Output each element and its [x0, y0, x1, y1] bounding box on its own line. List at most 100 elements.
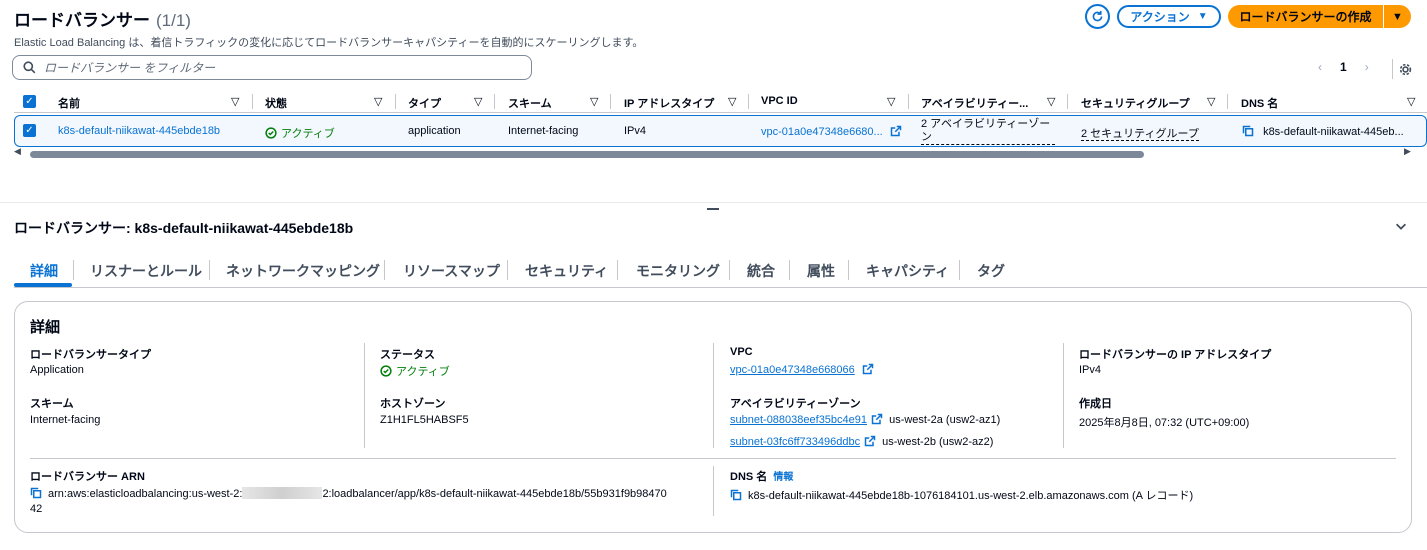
tab-monitoring[interactable]: モニタリング	[636, 261, 720, 281]
scheme-cell: Internet-facing	[508, 125, 579, 137]
active-tab-indicator	[14, 283, 72, 287]
refresh-icon	[1092, 10, 1103, 22]
column-label: セキュリティグループ	[1081, 98, 1190, 110]
column-header-name[interactable]: 名前	[58, 95, 80, 111]
sort-icon[interactable]: ▽	[590, 95, 598, 108]
row-checkbox[interactable]: ✓	[23, 124, 36, 137]
copy-icon[interactable]	[1242, 125, 1254, 137]
tab-divider	[617, 260, 618, 280]
hosted-zone-value: Z1H1FL5HABSF5	[380, 414, 469, 426]
subnet-2-link[interactable]: subnet-03fc6ff733496ddbc	[730, 436, 860, 448]
tab-listeners-and-rules[interactable]: リスナーとルール	[90, 261, 202, 281]
external-link-icon	[871, 413, 883, 425]
sort-icon[interactable]: ▽	[887, 95, 895, 108]
sort-icon[interactable]: ▽	[474, 95, 482, 108]
type-cell: application	[408, 125, 461, 137]
page-title: ロードバランサー (1/1)	[14, 6, 191, 31]
column-header-scheme[interactable]: スキーム	[508, 95, 552, 111]
column-header-ip-type[interactable]: IP アドレスタイプ	[624, 95, 714, 111]
tab-tags[interactable]: タグ	[977, 261, 1005, 281]
sort-icon[interactable]: ▽	[1407, 95, 1415, 108]
column-label: IP アドレスタイプ	[624, 98, 715, 110]
tab-attributes[interactable]: 属性	[807, 261, 835, 281]
tab-capacity[interactable]: キャパシティ	[866, 261, 949, 281]
column-divider	[748, 94, 749, 109]
sort-icon[interactable]: ▽	[231, 95, 239, 108]
page-number[interactable]: 1	[1340, 60, 1347, 74]
column-divider	[908, 94, 909, 109]
dns-label-text: DNS 名	[730, 471, 768, 483]
tab-integrations[interactable]: 統合	[747, 261, 775, 281]
sort-icon[interactable]: ▽	[728, 95, 736, 108]
dns-text: k8s-default-niikawat-445eb...	[1263, 126, 1404, 138]
column-divider	[1067, 94, 1068, 109]
gear-icon	[1399, 63, 1412, 75]
dns-info-link[interactable]: 情報	[773, 472, 793, 483]
tab-divider	[959, 260, 960, 280]
arn-label: ロードバランサー ARN	[30, 471, 145, 483]
az-text-line1: 2 アベイラビリティーゾー	[921, 118, 1051, 130]
vpc-id-link[interactable]: vpc-01a0e47348e6680...	[761, 125, 902, 138]
tab-divider	[384, 260, 385, 280]
az-popover-trigger[interactable]: 2 アベイラビリティーゾー ン	[921, 118, 1055, 145]
status-label: ステータス	[380, 349, 435, 361]
column-header-state[interactable]: 状態	[265, 95, 287, 111]
sort-icon[interactable]: ▽	[1047, 95, 1055, 108]
prev-page-icon[interactable]: ‹	[1318, 60, 1322, 74]
scheme-label: スキーム	[30, 398, 74, 410]
state-text: アクティブ	[281, 128, 335, 140]
copy-icon[interactable]	[30, 487, 42, 499]
table-row[interactable]: ✓ k8s-default-niikawat-445ebde18b アクティブ …	[14, 115, 1427, 147]
page-description: Elastic Load Balancing は、着信トラフィックの変化に応じて…	[14, 37, 644, 49]
create-load-balancer-button[interactable]: ロードバランサーの作成	[1228, 5, 1383, 28]
scroll-left-icon[interactable]: ◀	[14, 146, 21, 157]
tab-resource-map[interactable]: リソースマップ	[403, 261, 500, 281]
column-header-type[interactable]: タイプ	[408, 95, 441, 111]
column-header-vpc-id[interactable]: VPC ID	[761, 95, 798, 107]
sort-icon[interactable]: ▽	[374, 95, 382, 108]
vpc-link[interactable]: vpc-01a0e47348e668066	[730, 363, 874, 376]
tab-details[interactable]: 詳細	[30, 261, 58, 281]
select-all-checkbox[interactable]: ✓	[23, 95, 36, 108]
tab-network-mapping[interactable]: ネットワークマッピング	[226, 261, 380, 281]
next-page-icon[interactable]: ›	[1365, 60, 1369, 74]
created-label: 作成日	[1079, 398, 1112, 410]
security-groups-popover-trigger[interactable]: 2 セキュリティグループ	[1081, 125, 1199, 141]
column-divider	[364, 343, 365, 448]
subnet-1-link[interactable]: subnet-088038eef35bc4e91	[730, 414, 867, 426]
column-divider	[713, 343, 714, 448]
dns-label: DNS 名 情報	[730, 468, 793, 484]
arn-suffix: 2:loadbalancer/app/k8s-default-niikawat-…	[322, 488, 667, 500]
arn-tail: 42	[30, 503, 43, 515]
selection-count: (1/1)	[156, 11, 191, 30]
collapse-panel-button[interactable]	[1394, 219, 1408, 236]
column-label: タイプ	[408, 98, 441, 110]
create-dropdown-button[interactable]: ▼	[1384, 5, 1411, 28]
lb-type-label: ロードバランサータイプ	[30, 349, 151, 361]
subnet-1: subnet-088038eef35bc4e91 us-west-2a (usw…	[730, 413, 1000, 426]
actions-button[interactable]: アクション ▼	[1117, 5, 1221, 28]
tab-divider	[789, 260, 790, 280]
table-settings-button[interactable]	[1392, 59, 1412, 79]
scroll-right-icon[interactable]: ▶	[1404, 146, 1411, 157]
subnet-2: subnet-03fc6ff733496ddbc us-west-2b (usw…	[730, 435, 993, 448]
refresh-button[interactable]	[1085, 4, 1110, 29]
copy-icon[interactable]	[730, 489, 742, 501]
column-header-security-groups[interactable]: セキュリティグループ	[1081, 95, 1190, 111]
column-divider	[1063, 343, 1064, 448]
sort-icon[interactable]: ▽	[1207, 95, 1215, 108]
tab-divider	[507, 260, 508, 280]
filter-box	[12, 55, 532, 80]
column-header-availability-zones[interactable]: アベイラビリティー...	[921, 95, 1028, 111]
split-panel-divider	[0, 202, 1427, 203]
arn-prefix: arn:aws:elasticloadbalancing:us-west-2:	[48, 488, 243, 500]
created-value: 2025年8月8日, 07:32 (UTC+09:00)	[1079, 417, 1250, 429]
resize-handle-icon[interactable]	[707, 208, 719, 210]
tab-security[interactable]: セキュリティ	[525, 261, 608, 281]
column-label: 名前	[58, 98, 80, 110]
lb-name-link[interactable]: k8s-default-niikawat-445ebde18b	[58, 125, 220, 137]
column-header-dns-name[interactable]: DNS 名	[1241, 95, 1278, 111]
column-divider	[1227, 94, 1228, 109]
filter-input[interactable]	[44, 60, 504, 75]
horizontal-scrollbar-thumb[interactable]	[30, 151, 1144, 158]
